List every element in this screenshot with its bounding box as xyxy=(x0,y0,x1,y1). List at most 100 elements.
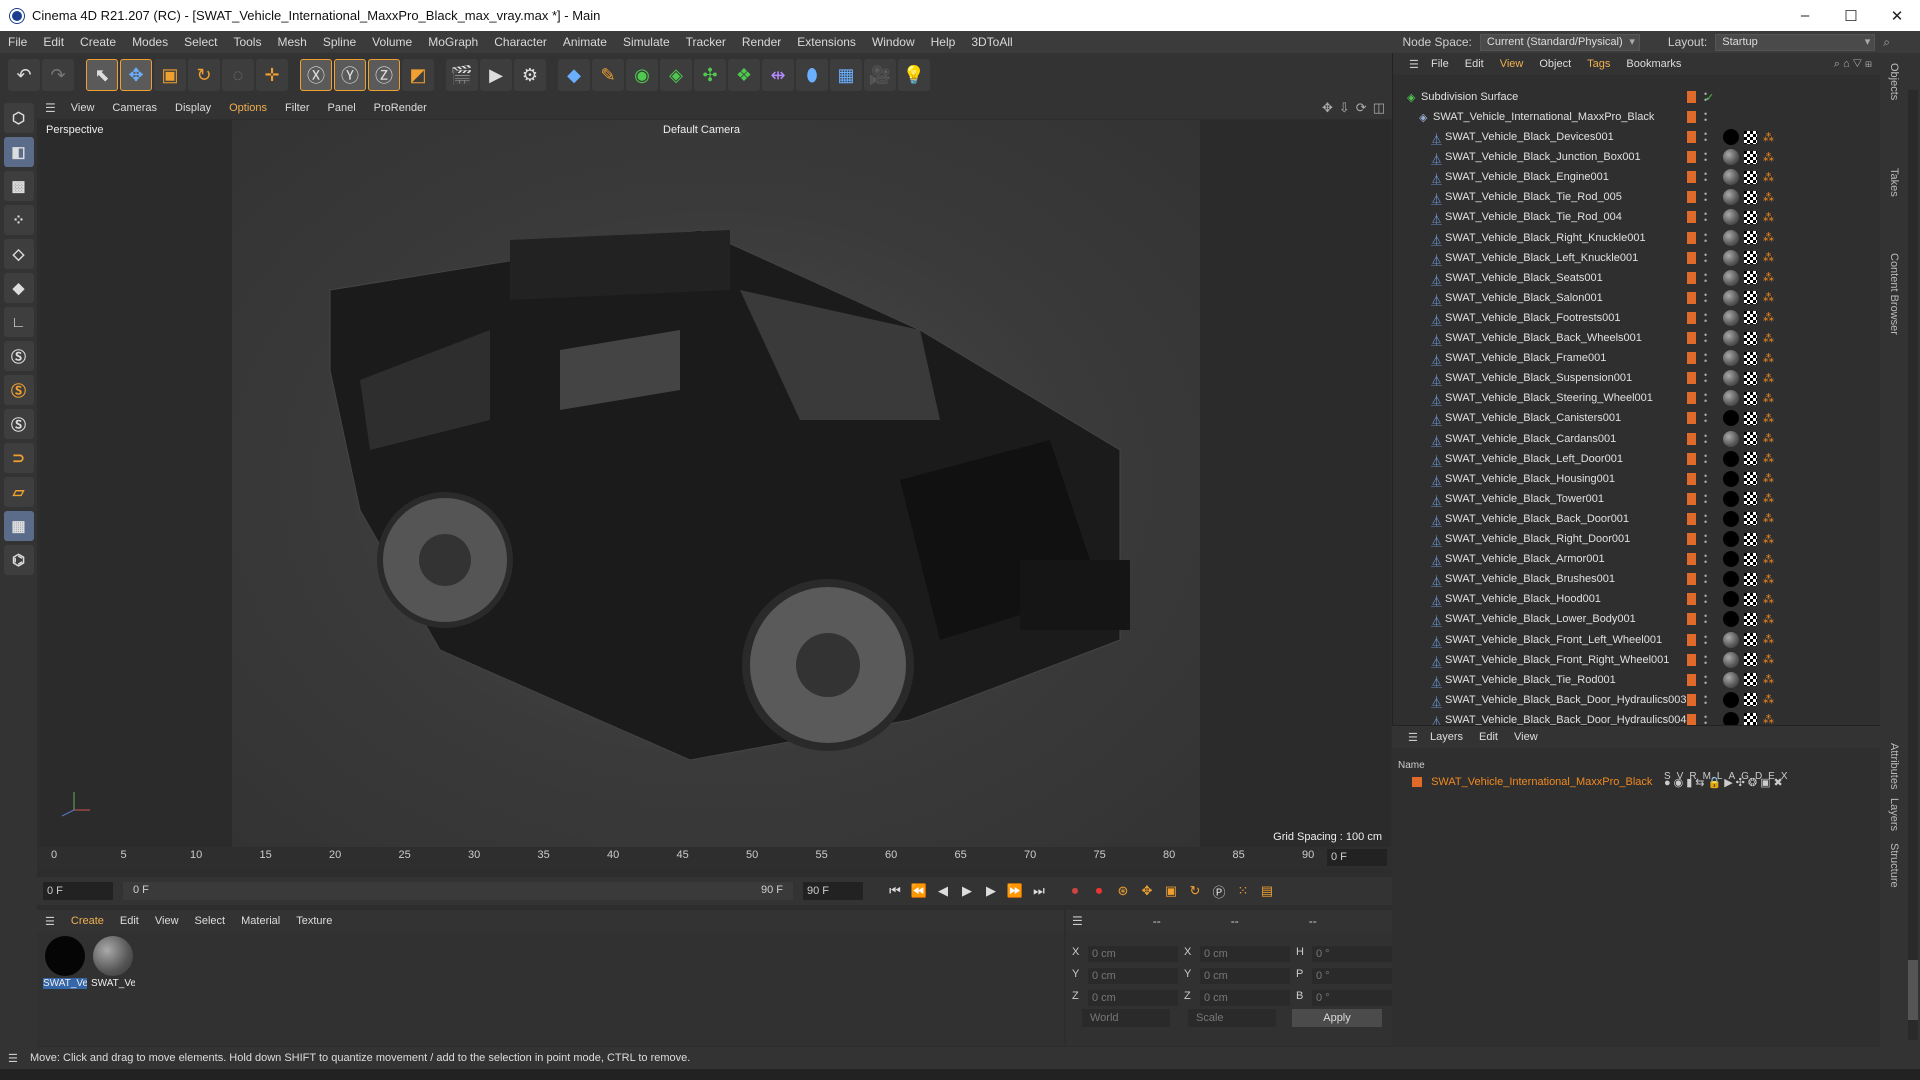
visibility-dots[interactable]: • • xyxy=(1704,431,1707,446)
layer-menu-view[interactable]: View xyxy=(1506,731,1546,743)
object-menu-file[interactable]: File xyxy=(1423,58,1457,70)
layout-select[interactable]: Startup xyxy=(1715,33,1876,51)
texture-tag[interactable]: ⁂ xyxy=(1763,311,1774,324)
material-tag[interactable] xyxy=(1723,531,1739,547)
scale-tool-icon[interactable]: ▣ xyxy=(154,59,186,91)
texture-tag[interactable]: ⁂ xyxy=(1763,472,1774,485)
end-frame-field[interactable]: 90 F xyxy=(803,882,863,900)
object-item[interactable]: ⏅ SWAT_Vehicle_Black_Front_Left_Wheel001 •… xyxy=(1393,630,1881,650)
3d-viewport[interactable]: Perspective Default Camera Grid Spacing … xyxy=(40,120,1390,847)
layer-tag[interactable] xyxy=(1687,231,1696,244)
pos-y-field[interactable]: 0 cm xyxy=(1088,968,1178,984)
visibility-dots[interactable]: • • xyxy=(1704,471,1707,486)
viewport-menu-panel[interactable]: Panel xyxy=(319,102,365,114)
visibility-dots[interactable]: • • xyxy=(1704,511,1707,526)
texture-tag[interactable]: ⁂ xyxy=(1763,693,1774,706)
texture-tag[interactable]: ⁂ xyxy=(1763,673,1774,686)
viewport-menu-display[interactable]: Display xyxy=(166,102,220,114)
visibility-dots[interactable]: • • xyxy=(1704,270,1707,285)
object-item[interactable]: ⏅ SWAT_Vehicle_Black_Back_Door_Hydraulics… xyxy=(1393,690,1881,710)
position-key-icon[interactable]: ✥ xyxy=(1135,880,1159,902)
layer-tag[interactable] xyxy=(1687,673,1696,686)
material-menu-select[interactable]: Select xyxy=(187,915,234,927)
make-editable-icon[interactable]: ⬡ xyxy=(3,103,34,133)
next-frame-icon[interactable]: ▶ xyxy=(979,880,1003,902)
right-tab-structure[interactable]: Structure xyxy=(1888,843,1900,888)
material-swatch[interactable]: SWAT_Ve xyxy=(43,936,87,996)
texture-tag[interactable]: ⁂ xyxy=(1763,633,1774,646)
layer-tag[interactable] xyxy=(1687,553,1696,566)
material-tag[interactable] xyxy=(1723,370,1739,387)
uvw-tag[interactable] xyxy=(1744,271,1757,285)
object-item[interactable]: ⏅ SWAT_Vehicle_Black_Tie_Rod_004 • • ⁂ xyxy=(1393,207,1881,227)
uvw-tag[interactable] xyxy=(1744,210,1757,224)
material-tag[interactable] xyxy=(1723,691,1739,708)
visibility-dots[interactable]: • • xyxy=(1704,170,1707,185)
snap-settings-icon[interactable]: Ⓢ xyxy=(3,375,34,405)
object-item[interactable]: ⏅ SWAT_Vehicle_Black_Right_Knuckle001 • • ⁂ xyxy=(1393,228,1881,248)
uvw-tag[interactable] xyxy=(1744,311,1757,325)
camera-icon[interactable]: 🎥 xyxy=(864,59,896,91)
uvw-tag[interactable] xyxy=(1744,150,1757,164)
menu-file[interactable]: File xyxy=(0,35,35,49)
uvw-tag[interactable] xyxy=(1744,251,1757,265)
uvw-tag[interactable] xyxy=(1744,231,1757,244)
go-to-start-icon[interactable]: ⏮ xyxy=(883,880,907,902)
right-tab-objects[interactable]: Objects xyxy=(1888,63,1900,100)
visibility-dots[interactable]: • • xyxy=(1704,130,1707,145)
cloner-icon[interactable]: ✣ xyxy=(694,59,726,91)
material-tag[interactable] xyxy=(1723,169,1739,186)
snap-icon[interactable]: Ⓢ xyxy=(3,341,34,371)
maximize-button[interactable]: ☐ xyxy=(1828,0,1874,31)
visibility-dots[interactable]: • • xyxy=(1704,391,1707,406)
menu-tracker[interactable]: Tracker xyxy=(678,35,734,49)
layer-tag[interactable] xyxy=(1687,151,1696,164)
visibility-dots[interactable]: • • xyxy=(1704,672,1707,687)
layer-tag[interactable] xyxy=(1687,392,1696,405)
hamburger-icon[interactable]: ☰ xyxy=(1401,58,1427,71)
layer-tag[interactable] xyxy=(1687,291,1696,304)
model-mode-icon[interactable]: ◧ xyxy=(3,137,34,167)
menu-edit[interactable]: Edit xyxy=(35,35,72,49)
uvw-tag[interactable] xyxy=(1744,291,1757,305)
visibility-dots[interactable]: • • xyxy=(1704,210,1707,225)
object-item[interactable]: ⏅ SWAT_Vehicle_Black_Lower_Body001 • • ⁂ xyxy=(1393,609,1881,629)
material-menu-material[interactable]: Material xyxy=(233,915,288,927)
texture-tag[interactable]: ⁂ xyxy=(1763,332,1774,345)
layer-tag[interactable] xyxy=(1687,492,1696,505)
object-item[interactable]: ⏅ SWAT_Vehicle_Black_Left_Knuckle001 • • ⁂ xyxy=(1393,248,1881,268)
viewport-menu-options[interactable]: Options xyxy=(220,102,276,114)
node-space-select[interactable]: Current (Standard/Physical) xyxy=(1479,33,1640,51)
material-tag[interactable] xyxy=(1723,430,1739,447)
magnet-icon[interactable]: ⊃ xyxy=(3,443,34,473)
material-swatch[interactable]: SWAT_Ve xyxy=(91,936,135,996)
current-frame-field[interactable]: 0 F xyxy=(1327,849,1387,866)
layer-tag[interactable] xyxy=(1687,271,1696,284)
uvw-tag[interactable] xyxy=(1744,653,1757,667)
object-item[interactable]: ⏅ SWAT_Vehicle_Black_Front_Right_Wheel001… xyxy=(1393,650,1881,670)
menu-render[interactable]: Render xyxy=(734,35,789,49)
object-menu-edit[interactable]: Edit xyxy=(1457,58,1492,70)
menu-window[interactable]: Window xyxy=(864,35,923,49)
texture-tag[interactable]: ⁂ xyxy=(1763,231,1774,244)
menu-tools[interactable]: Tools xyxy=(225,35,269,49)
z-axis-lock-icon[interactable]: Ⓩ xyxy=(368,59,400,91)
edges-mode-icon[interactable]: ◇ xyxy=(3,239,34,269)
size-y-field[interactable]: 0 cm xyxy=(1200,968,1290,984)
right-tab-attributes[interactable]: Attributes xyxy=(1888,743,1900,789)
right-tab-takes[interactable]: Takes xyxy=(1888,168,1900,197)
visibility-dots[interactable]: • • xyxy=(1704,331,1707,346)
hamburger-icon[interactable]: ☰ xyxy=(37,101,62,115)
rotate-tool-icon[interactable]: ↻ xyxy=(188,59,220,91)
material-tag[interactable] xyxy=(1723,289,1739,306)
layer-row[interactable]: SWAT_Vehicle_International_MaxxPro_Black… xyxy=(1398,776,1874,792)
menu-simulate[interactable]: Simulate xyxy=(615,35,678,49)
x-axis-lock-icon[interactable]: Ⓧ xyxy=(300,59,332,91)
object-item[interactable]: ⏅ SWAT_Vehicle_Black_Footrests001 • • ⁂ xyxy=(1393,308,1881,328)
uvw-tag[interactable] xyxy=(1744,472,1757,486)
menu-select[interactable]: Select xyxy=(176,35,225,49)
material-menu-edit[interactable]: Edit xyxy=(112,915,147,927)
layer-tag[interactable] xyxy=(1687,653,1696,666)
coordinate-system-icon[interactable]: ◩ xyxy=(402,59,434,91)
material-tag[interactable] xyxy=(1723,330,1739,346)
